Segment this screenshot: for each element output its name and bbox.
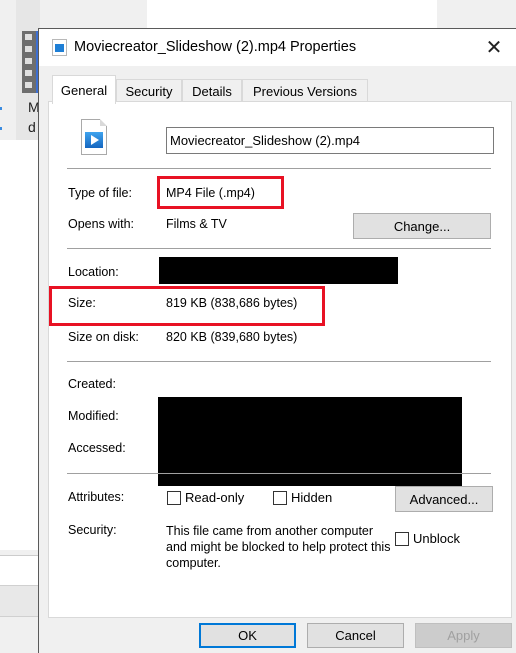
file-name-input[interactable]: [166, 127, 494, 154]
background-row: [0, 555, 40, 586]
size-on-disk-label: Size on disk:: [68, 330, 139, 344]
video-file-icon: [81, 119, 107, 155]
background-window-top: [147, 0, 437, 30]
attributes-label: Attributes:: [68, 490, 125, 504]
size-on-disk-value: 820 KB (839,680 bytes): [166, 330, 298, 344]
explorer-item-label-2[interactable]: d: [28, 119, 36, 135]
tab-security[interactable]: Security: [116, 79, 182, 103]
location-redacted: [159, 257, 398, 284]
video-file-title-icon: [52, 39, 67, 56]
divider: [67, 473, 491, 474]
tab-details[interactable]: Details: [182, 79, 242, 103]
accessed-label: Accessed:: [68, 441, 126, 455]
modified-label: Modified:: [68, 409, 119, 423]
close-button[interactable]: ✕: [471, 29, 516, 66]
general-panel: Type of file: MP4 File (.mp4) Opens with…: [48, 101, 512, 618]
location-label: Location:: [68, 265, 119, 279]
hidden-label[interactable]: Hidden: [291, 490, 332, 505]
background-window-pane: [0, 140, 40, 550]
close-icon: ✕: [485, 37, 503, 59]
unblock-checkbox[interactable]: [395, 532, 409, 546]
background-marker: [0, 127, 2, 130]
title-bar[interactable]: Moviecreator_Slideshow (2).mp4 Propertie…: [39, 29, 516, 66]
divider: [67, 168, 491, 169]
properties-dialog: Moviecreator_Slideshow (2).mp4 Propertie…: [38, 28, 516, 653]
ok-button[interactable]: OK: [199, 623, 296, 648]
highlight-box-size: [49, 286, 325, 326]
video-thumbnail-icon[interactable]: [22, 31, 36, 93]
apply-button[interactable]: Apply: [415, 623, 512, 648]
cancel-button[interactable]: Cancel: [307, 623, 404, 648]
read-only-label[interactable]: Read-only: [185, 490, 244, 505]
hidden-checkbox[interactable]: [273, 491, 287, 505]
unblock-label[interactable]: Unblock: [413, 531, 460, 546]
read-only-checkbox[interactable]: [167, 491, 181, 505]
highlight-box-type: [157, 176, 284, 209]
tab-previous-versions[interactable]: Previous Versions: [242, 79, 368, 103]
background-marker: [0, 107, 2, 110]
opens-with-label: Opens with:: [68, 217, 135, 231]
opens-with-value: Films & TV: [166, 217, 227, 231]
background-row-selected: [0, 585, 40, 617]
tab-general[interactable]: General: [52, 75, 116, 104]
advanced-button[interactable]: Advanced...: [395, 486, 493, 512]
divider: [67, 361, 491, 362]
change-button[interactable]: Change...: [353, 213, 491, 239]
created-label: Created:: [68, 377, 116, 391]
divider: [67, 248, 491, 249]
type-of-file-label: Type of file:: [68, 186, 132, 200]
security-label: Security:: [68, 523, 117, 537]
dialog-title: Moviecreator_Slideshow (2).mp4 Propertie…: [74, 39, 357, 55]
security-warning-text: This file came from another computer and…: [166, 524, 391, 570]
